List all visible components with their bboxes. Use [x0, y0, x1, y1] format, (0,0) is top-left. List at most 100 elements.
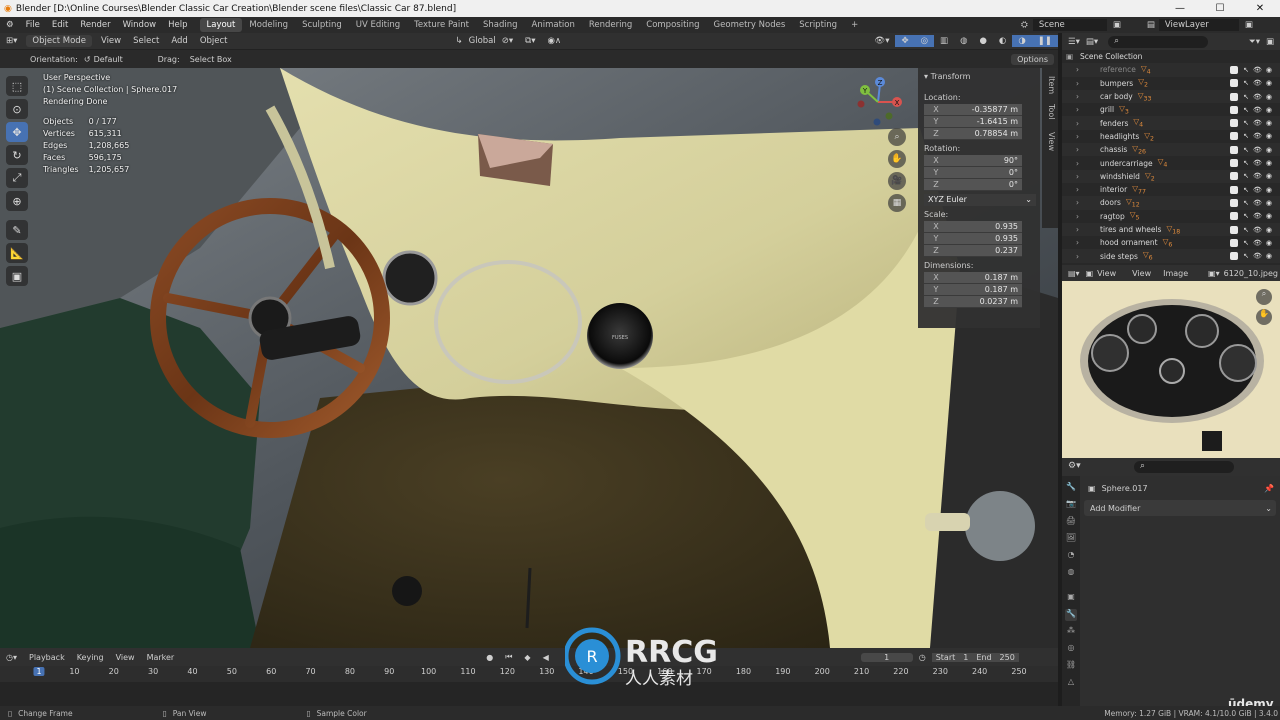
list-item[interactable]: › tires and wheels ▽18 ↖👁◉	[1062, 222, 1280, 237]
location-y-field[interactable]: Y -1.6415 m	[924, 116, 1022, 128]
tab-tool[interactable]: Tool	[1047, 104, 1056, 120]
ortho-grid-icon[interactable]: ▦	[888, 194, 906, 212]
constraints-tab-icon[interactable]: ⛓	[1065, 660, 1077, 672]
list-item[interactable]: › headlights ▽2 ↖👁◉	[1062, 130, 1280, 143]
add-cube-tool-icon[interactable]: ▣	[6, 266, 28, 286]
rotation-x-field[interactable]: X 90°	[924, 155, 1022, 167]
timeline-track[interactable]	[0, 682, 1058, 706]
timeline-editor-icon[interactable]: ◷▾	[0, 653, 23, 662]
workspace-tab-sculpting[interactable]: Sculpting	[295, 18, 349, 32]
workspace-tab-animation[interactable]: Animation	[525, 18, 582, 32]
exclude-checkbox[interactable]	[1230, 92, 1238, 101]
exclude-checkbox[interactable]	[1230, 145, 1238, 154]
workspace-tab-geometry-nodes[interactable]: Geometry Nodes	[707, 18, 793, 32]
view-layer-field[interactable]: ViewLayer	[1158, 19, 1239, 31]
workspace-tab-uv-editing[interactable]: UV Editing	[349, 18, 407, 32]
new-view-layer-icon[interactable]: ▣	[1245, 20, 1253, 30]
shading-solid-icon[interactable]: ●	[973, 35, 992, 47]
image-editor-icon[interactable]: ▤▾	[1068, 269, 1080, 278]
proportional-edit-icon[interactable]: ◉∧	[541, 35, 567, 47]
timeline-menu-view[interactable]: View	[110, 653, 141, 662]
new-scene-icon[interactable]: ▣	[1113, 20, 1121, 30]
tab-item[interactable]: Item	[1047, 76, 1056, 94]
workspace-tab-scripting[interactable]: Scripting	[792, 18, 844, 32]
particles-tab-icon[interactable]: ⁂	[1065, 626, 1077, 638]
drag-dropdown[interactable]: Select Box	[190, 55, 232, 64]
exclude-checkbox[interactable]	[1230, 172, 1238, 181]
menu-window[interactable]: Window	[117, 20, 163, 30]
visibility-icon[interactable]: 👁▾	[868, 35, 895, 47]
world-tab-icon[interactable]: ◍	[1065, 567, 1077, 579]
new-collection-icon[interactable]: ▣	[1266, 37, 1274, 47]
viewport-menu-object[interactable]: Object	[194, 35, 234, 47]
menu-help[interactable]: Help	[162, 20, 193, 30]
mode-dropdown[interactable]: Object Mode	[26, 35, 92, 47]
move-tool-icon[interactable]: ✥	[6, 122, 28, 142]
reference-image[interactable]: ⌕ ✋	[1062, 281, 1280, 458]
gizmo-toggle-icon[interactable]: ✥	[895, 35, 915, 47]
expand-arrow-icon[interactable]: ›	[1076, 252, 1086, 261]
expand-arrow-icon[interactable]: ›	[1076, 238, 1086, 247]
visibility-icons[interactable]: ↖👁◉	[1243, 252, 1276, 260]
display-mode-icon[interactable]: ▤▾	[1086, 37, 1098, 47]
expand-arrow-icon[interactable]: ›	[1076, 212, 1086, 221]
cursor-tool-icon[interactable]: ⊙	[6, 99, 28, 119]
visibility-icons[interactable]: ↖👁◉	[1243, 106, 1276, 114]
visibility-icons[interactable]: ↖👁◉	[1243, 186, 1276, 194]
properties-search-input[interactable]: ⌕	[1134, 461, 1234, 473]
keyframe-prev-icon[interactable]: ◆	[518, 653, 536, 662]
location-z-field[interactable]: Z 0.78854 m	[924, 128, 1022, 140]
rotate-tool-icon[interactable]: ↻	[6, 145, 28, 165]
visibility-icons[interactable]: ↖👁◉	[1243, 132, 1276, 140]
scale-z-field[interactable]: Z 0.237	[924, 245, 1022, 257]
current-frame-field[interactable]: 1	[860, 652, 913, 662]
zoom-icon[interactable]: ⌕	[888, 128, 906, 146]
workspace-tab-modeling[interactable]: Modeling	[242, 18, 295, 32]
workspace-tab-rendering[interactable]: Rendering	[582, 18, 639, 32]
list-item[interactable]: › undercarriage ▽4 ↖👁◉	[1062, 156, 1280, 169]
expand-arrow-icon[interactable]: ›	[1076, 185, 1086, 194]
expand-arrow-icon[interactable]: ›	[1076, 198, 1086, 207]
tab-view[interactable]: View	[1047, 132, 1056, 151]
shading-rendered-icon[interactable]: ◑	[1012, 35, 1032, 47]
record-icon[interactable]: ●	[480, 653, 499, 662]
scale-tool-icon[interactable]: ⤢	[6, 168, 28, 188]
viewport-menu-select[interactable]: Select	[127, 35, 165, 47]
scene-tab-icon[interactable]: ◔	[1065, 550, 1077, 562]
tool-tab-icon[interactable]: 🔧	[1065, 482, 1077, 494]
transform-tool-icon[interactable]: ⊕	[6, 191, 28, 211]
menu-edit[interactable]: Edit	[46, 20, 74, 30]
location-x-field[interactable]: X -0.35877 m	[924, 104, 1022, 116]
pivot-icon[interactable]: ⊘▾	[496, 35, 519, 47]
view-mode-icon[interactable]: ▣	[1086, 269, 1094, 278]
workspace-tab-shading[interactable]: Shading	[476, 18, 525, 32]
list-item[interactable]: › doors ▽12 ↖👁◉	[1062, 196, 1280, 210]
select-box-tool-icon[interactable]: ⬚	[6, 76, 28, 96]
exclude-checkbox[interactable]	[1230, 79, 1238, 88]
menu-render[interactable]: Render	[74, 20, 116, 30]
image-browse-icon[interactable]: ▣▾	[1208, 269, 1220, 278]
timeline-menu-marker[interactable]: Marker	[141, 653, 181, 662]
visibility-icons[interactable]: ↖👁◉	[1243, 159, 1276, 167]
scale-y-field[interactable]: Y 0.935	[924, 233, 1022, 245]
list-item[interactable]: › windshield ▽2 ↖👁◉	[1062, 169, 1280, 183]
exclude-checkbox[interactable]	[1230, 105, 1238, 114]
properties-editor-icon[interactable]: ⚙▾	[1068, 461, 1081, 471]
play-reverse-icon[interactable]: ◀	[537, 653, 555, 662]
list-item[interactable]: › car body ▽33 ↖👁◉	[1062, 89, 1280, 104]
exclude-checkbox[interactable]	[1230, 212, 1238, 221]
exclude-checkbox[interactable]	[1230, 252, 1238, 261]
editor-type-icon[interactable]: ⊞▾	[0, 35, 23, 47]
visibility-icons[interactable]: ↖👁◉	[1243, 79, 1276, 87]
expand-arrow-icon[interactable]: ›	[1076, 132, 1086, 141]
visibility-icons[interactable]: ↖👁◉	[1243, 239, 1276, 247]
expand-arrow-icon[interactable]: ›	[1076, 145, 1086, 154]
rotation-mode-dropdown[interactable]: XYZ Euler ⌄	[924, 194, 1036, 206]
data-tab-icon[interactable]: △	[1065, 677, 1077, 689]
image-menu-image[interactable]: Image	[1163, 269, 1188, 278]
blender-menu-icon[interactable]: ⚙	[0, 20, 20, 30]
visibility-icons[interactable]: ↖👁◉	[1243, 119, 1276, 127]
output-tab-icon[interactable]: 🖨	[1065, 516, 1077, 528]
visibility-icons[interactable]: ↖👁◉	[1243, 66, 1276, 74]
list-item[interactable]: › interior ▽77 ↖👁◉	[1062, 183, 1280, 196]
